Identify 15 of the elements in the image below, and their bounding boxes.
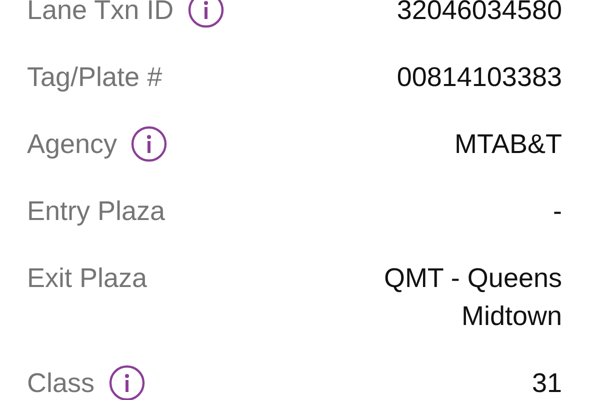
field-label: Agency (27, 128, 118, 161)
field-value: 00814103383 (396, 61, 562, 94)
field-label: Exit Plaza (27, 262, 148, 295)
info-icon[interactable] (131, 126, 168, 162)
field-value: 31 (530, 367, 562, 400)
info-icon[interactable] (108, 365, 145, 400)
field-label: Class (27, 367, 95, 400)
field-value: - (552, 195, 562, 228)
field-value: MTAB&T (454, 128, 562, 161)
field-value: 32046034580 (396, 0, 562, 27)
info-icon[interactable] (188, 0, 224, 28)
field-label: Tag/Plate # (27, 61, 162, 94)
field-label: Entry Plaza (27, 195, 166, 228)
field-label: Lane Txn ID (27, 0, 174, 27)
field-value: QMT - Queens Midtown (382, 262, 562, 333)
